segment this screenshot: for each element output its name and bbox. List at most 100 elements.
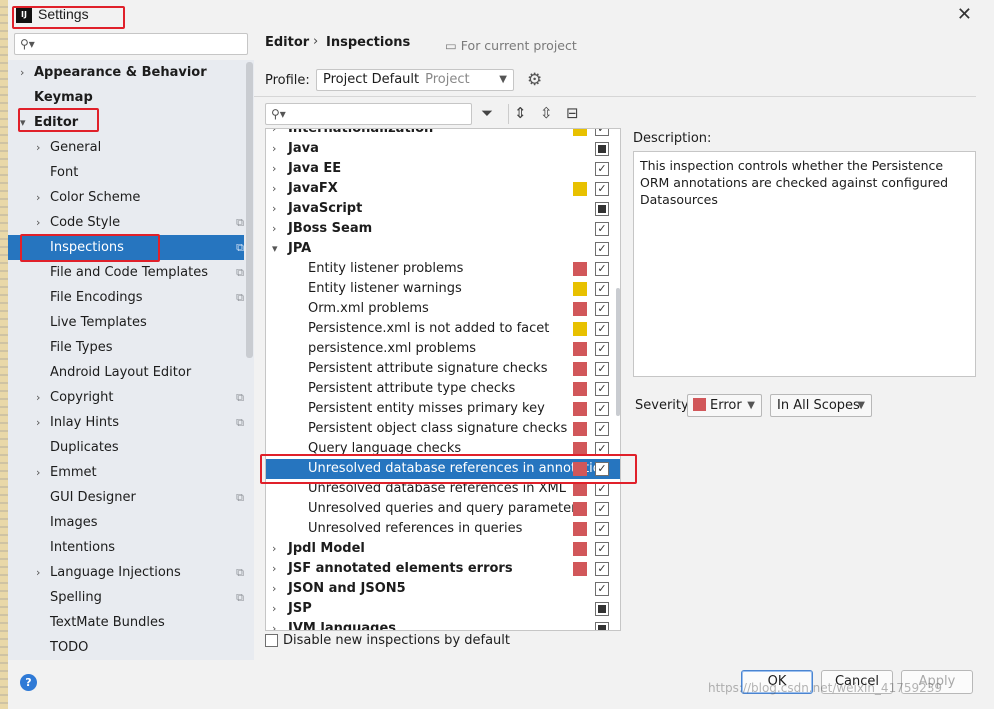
inspections-search-input[interactable]: ⚲▾ (265, 103, 472, 125)
settings-tree-item[interactable]: › General (8, 135, 244, 160)
settings-tree-item[interactable]: › Appearance & Behavior (8, 60, 244, 85)
settings-tree-item[interactable]: Duplicates (8, 435, 244, 460)
inspection-enabled-checkbox[interactable]: ✓ (595, 242, 609, 256)
chevron-right-icon[interactable]: › (36, 185, 40, 210)
profile-dropdown[interactable]: Project Default Project ▼ (316, 69, 514, 91)
inspection-group-row[interactable]: › JSF annotated elements errors ✓ (266, 559, 620, 579)
inspection-enabled-checkbox[interactable] (595, 202, 609, 216)
inspection-group-row[interactable]: › JavaFX ✓ (266, 179, 620, 199)
settings-tree-item[interactable]: › Emmet (8, 460, 244, 485)
inspection-enabled-checkbox[interactable]: ✓ (595, 522, 609, 536)
inspection-group-row[interactable]: ▾ JPA ✓ (266, 239, 620, 259)
settings-search-input[interactable]: ⚲▾ (14, 33, 248, 55)
settings-tree-item[interactable]: TODO (8, 635, 244, 660)
chevron-right-icon[interactable]: › (36, 210, 40, 235)
inspection-row[interactable]: Persistent entity misses primary key ✓ (266, 399, 620, 419)
inspection-row[interactable]: Unresolved queries and query parameters ✓ (266, 499, 620, 519)
settings-tree-item[interactable]: TextMate Bundles (8, 610, 244, 635)
help-button[interactable]: ? (20, 674, 37, 691)
chevron-right-icon[interactable]: › (272, 539, 276, 559)
settings-tree-item[interactable]: › Copyright ⧉ (8, 385, 244, 410)
inspection-group-row[interactable]: › Jpdl Model ✓ (266, 539, 620, 559)
settings-tree-item[interactable]: GUI Designer ⧉ (8, 485, 244, 510)
settings-tree-item[interactable]: ▾ Editor (8, 110, 244, 135)
chevron-right-icon[interactable]: › (20, 60, 24, 85)
chevron-right-icon[interactable]: › (36, 385, 40, 410)
inspection-enabled-checkbox[interactable]: ✓ (595, 382, 609, 396)
inspection-group-row[interactable]: › JSP (266, 599, 620, 619)
inspection-enabled-checkbox[interactable]: ✓ (595, 442, 609, 456)
chevron-right-icon[interactable]: › (272, 619, 276, 630)
gear-icon[interactable]: ⚙ (527, 70, 542, 90)
inspection-row[interactable]: Persistent attribute signature checks ✓ (266, 359, 620, 379)
settings-tree-item[interactable]: › Code Style ⧉ (8, 210, 244, 235)
settings-tree-item[interactable]: Keymap (8, 85, 244, 110)
checkbox-box[interactable] (265, 634, 278, 647)
inspection-enabled-checkbox[interactable] (595, 622, 609, 630)
inspection-enabled-checkbox[interactable]: ✓ (595, 182, 609, 196)
inspection-enabled-checkbox[interactable]: ✓ (595, 282, 609, 296)
inspection-enabled-checkbox[interactable]: ✓ (595, 362, 609, 376)
close-icon[interactable]: ✕ (957, 4, 972, 25)
chevron-right-icon[interactable]: › (272, 139, 276, 159)
inspection-enabled-checkbox[interactable]: ✓ (595, 422, 609, 436)
inspections-scrollbar[interactable] (616, 288, 620, 416)
settings-tree-item[interactable]: Inspections ⧉ (8, 235, 244, 260)
inspection-enabled-checkbox[interactable]: ✓ (595, 302, 609, 316)
inspection-row[interactable]: Persistent object class signature checks… (266, 419, 620, 439)
inspection-enabled-checkbox[interactable]: ✓ (595, 402, 609, 416)
inspection-row[interactable]: Persistence.xml is not added to facet ✓ (266, 319, 620, 339)
inspection-enabled-checkbox[interactable]: ✓ (595, 322, 609, 336)
inspection-enabled-checkbox[interactable]: ✓ (595, 482, 609, 496)
chevron-down-icon[interactable]: ▾ (20, 110, 26, 135)
settings-tree-item[interactable]: Live Templates (8, 310, 244, 335)
severity-dropdown[interactable]: Error ▼ (687, 394, 762, 417)
inspection-enabled-checkbox[interactable]: ✓ (595, 582, 609, 596)
inspection-group-row[interactable]: › Internationalization ✓ (266, 129, 620, 139)
settings-tree-item[interactable]: Font (8, 160, 244, 185)
chevron-right-icon[interactable]: › (36, 410, 40, 435)
inspection-row[interactable]: Query language checks ✓ (266, 439, 620, 459)
chevron-right-icon[interactable]: › (272, 199, 276, 219)
inspection-row[interactable]: Unresolved database references in XML ✓ (266, 479, 620, 499)
inspection-row[interactable]: Entity listener warnings ✓ (266, 279, 620, 299)
inspection-row[interactable]: Unresolved database references in annota… (266, 459, 620, 479)
inspection-enabled-checkbox[interactable]: ✓ (595, 502, 609, 516)
chevron-right-icon[interactable]: › (272, 129, 276, 139)
settings-tree-item[interactable]: › Inlay Hints ⧉ (8, 410, 244, 435)
chevron-down-icon[interactable]: ▾ (272, 239, 278, 259)
disable-new-inspections-checkbox[interactable]: Disable new inspections by default (265, 633, 510, 648)
settings-tree-item[interactable]: File Encodings ⧉ (8, 285, 244, 310)
inspection-group-row[interactable]: › JavaScript (266, 199, 620, 219)
inspection-enabled-checkbox[interactable]: ✓ (595, 562, 609, 576)
inspection-group-row[interactable]: › Java EE ✓ (266, 159, 620, 179)
expand-all-icon[interactable]: ⇕ (514, 104, 527, 122)
chevron-right-icon[interactable]: › (272, 559, 276, 579)
chevron-right-icon[interactable]: › (272, 179, 276, 199)
inspection-enabled-checkbox[interactable]: ✓ (595, 222, 609, 236)
inspection-row[interactable]: persistence.xml problems ✓ (266, 339, 620, 359)
chevron-right-icon[interactable]: › (36, 560, 40, 585)
inspection-enabled-checkbox[interactable]: ✓ (595, 162, 609, 176)
settings-tree-item[interactable]: Intentions (8, 535, 244, 560)
settings-tree-scrollbar[interactable] (246, 62, 253, 358)
chevron-right-icon[interactable]: › (272, 219, 276, 239)
inspection-enabled-checkbox[interactable]: ✓ (595, 542, 609, 556)
inspection-enabled-checkbox[interactable]: ✓ (595, 262, 609, 276)
chevron-right-icon[interactable]: › (272, 579, 276, 599)
inspection-group-row[interactable]: › Java (266, 139, 620, 159)
inspection-enabled-checkbox[interactable] (595, 142, 609, 156)
settings-tree-item[interactable]: File and Code Templates ⧉ (8, 260, 244, 285)
chevron-right-icon[interactable]: › (36, 135, 40, 160)
chevron-right-icon[interactable]: › (36, 460, 40, 485)
chevron-right-icon[interactable]: › (272, 159, 276, 179)
inspection-group-row[interactable]: › JBoss Seam ✓ (266, 219, 620, 239)
scope-dropdown[interactable]: In All Scopes ▼ (770, 394, 872, 417)
settings-tree-item[interactable]: › Language Injections ⧉ (8, 560, 244, 585)
chevron-right-icon[interactable]: › (272, 599, 276, 619)
inspection-enabled-checkbox[interactable]: ✓ (595, 342, 609, 356)
inspection-row[interactable]: Unresolved references in queries ✓ (266, 519, 620, 539)
settings-tree-item[interactable]: Images (8, 510, 244, 535)
inspection-group-row[interactable]: › JVM languages (266, 619, 620, 630)
collapse-all-icon[interactable]: ⇳ (540, 104, 553, 122)
